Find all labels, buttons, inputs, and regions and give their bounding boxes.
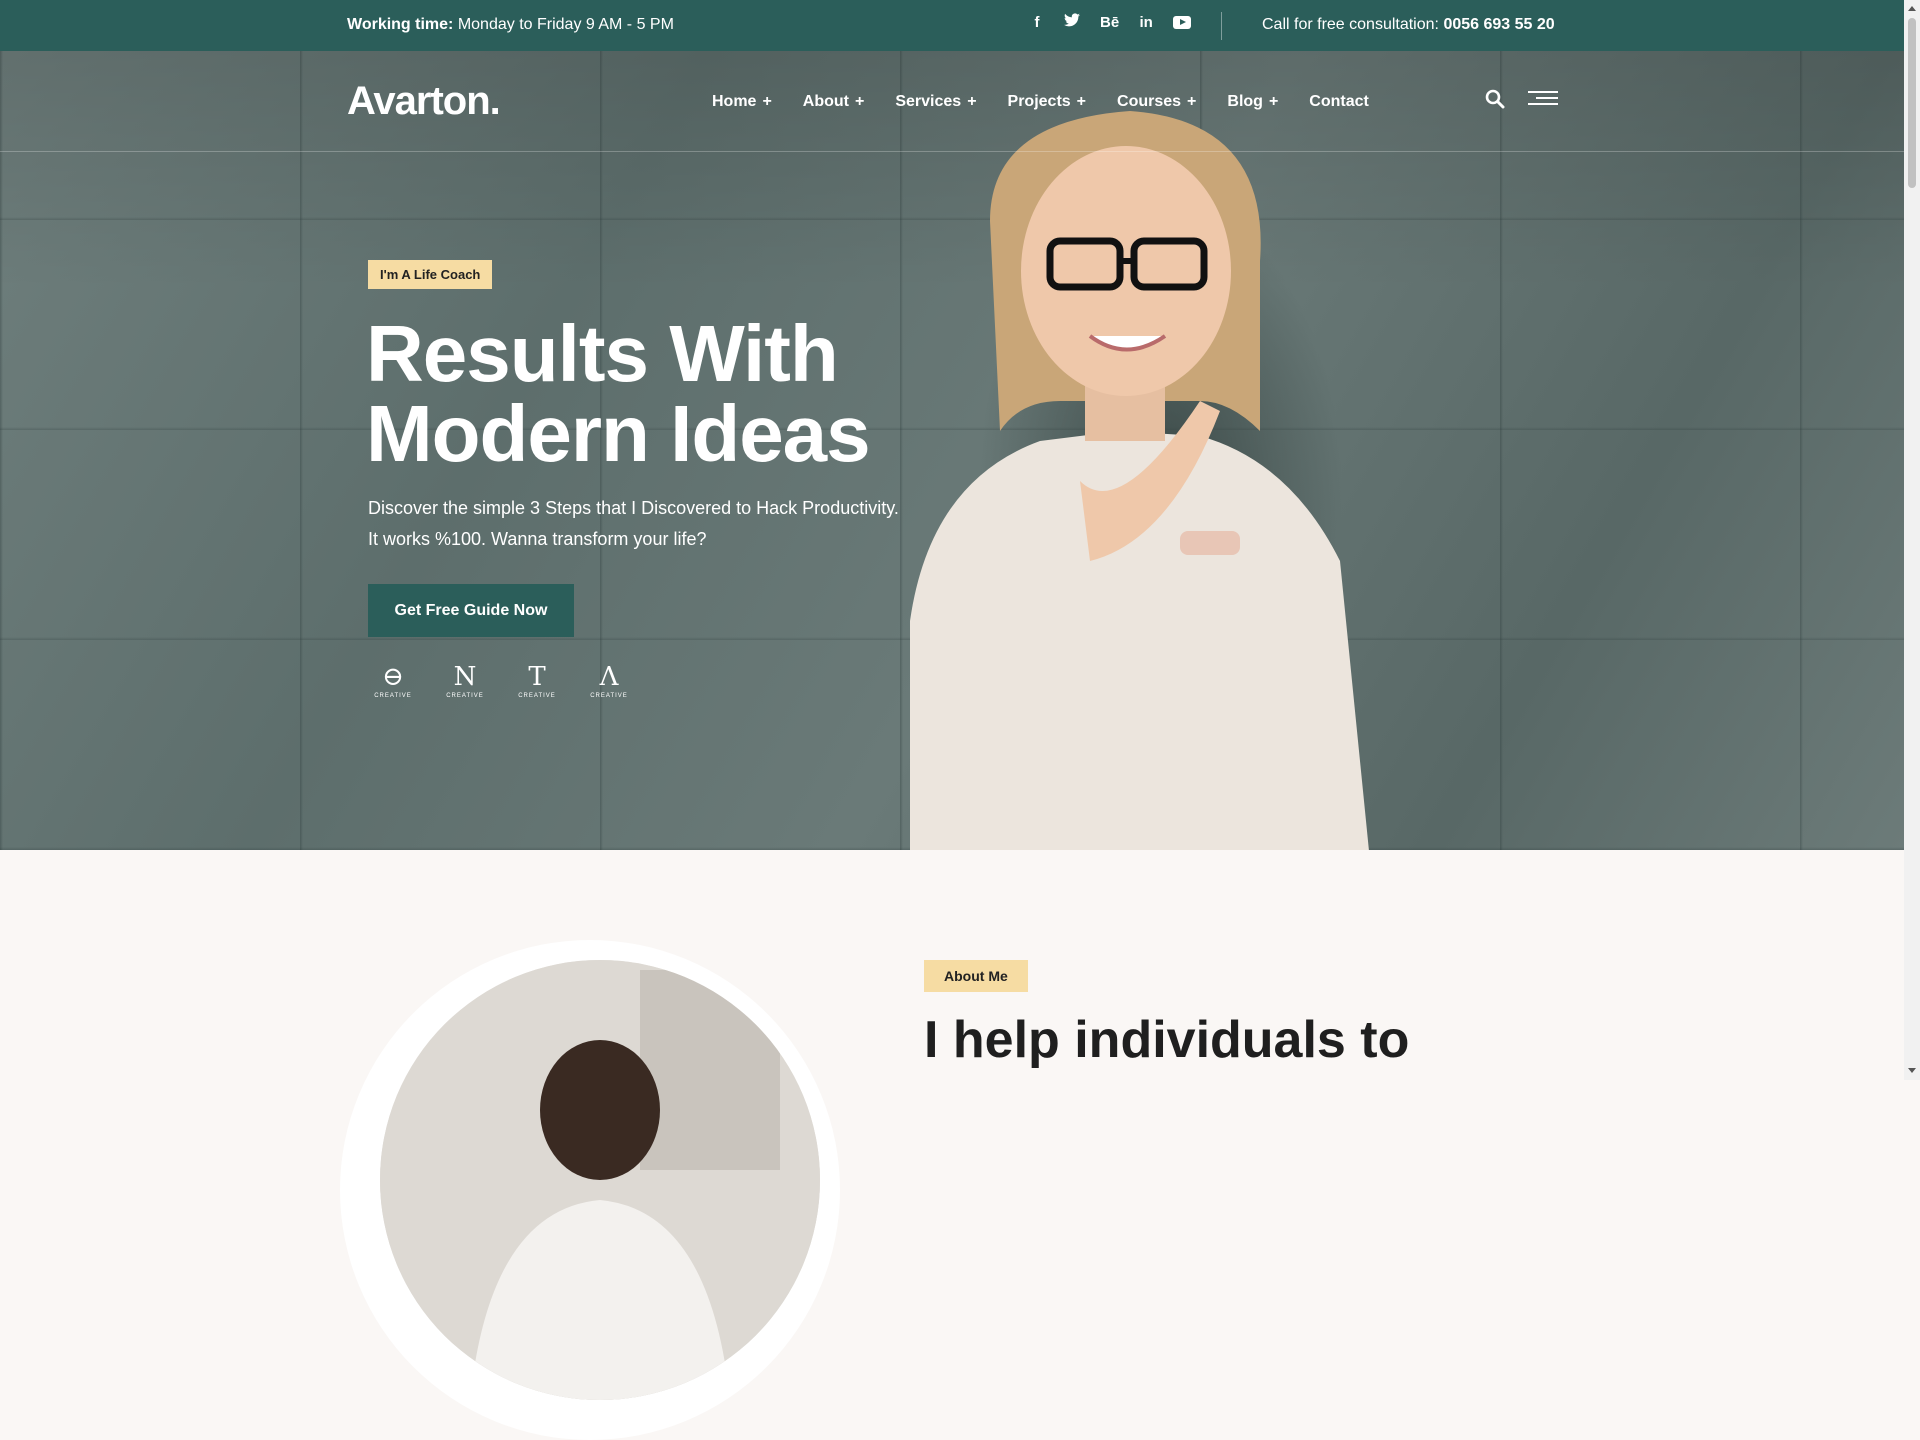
hero-section: Avarton. Home + About + Services + Projects… xyxy=(0,51,1904,850)
nav-item-projects[interactable]: Projects + xyxy=(1008,93,1086,111)
headline-line-1: Results With xyxy=(366,309,839,398)
hero-badge: I'm A Life Coach xyxy=(368,260,493,289)
hero-headline: Results With Modern Ideas xyxy=(366,309,871,478)
get-free-guide-button[interactable]: Get Free Guide Now xyxy=(368,584,574,637)
nav-label: Services xyxy=(895,93,962,110)
brand-glyph: ⊖ xyxy=(382,662,404,692)
search-icon[interactable] xyxy=(1485,89,1505,109)
nav-item-home[interactable]: Home + xyxy=(712,93,772,111)
scrollbar[interactable] xyxy=(1904,0,1920,1080)
scroll-down-arrow-icon[interactable] xyxy=(1908,1068,1916,1073)
working-time-label: Working time: xyxy=(347,16,454,33)
top-bar: Working time: Monday to Friday 9 AM - 5 … xyxy=(0,0,1904,51)
brand-text: CREATIVE xyxy=(374,693,412,699)
brand-logo: N CREATIVE xyxy=(444,663,486,699)
social-links: f Bē in xyxy=(1030,13,1192,31)
plus-icon: + xyxy=(1268,93,1279,110)
scroll-up-arrow-icon[interactable] xyxy=(1908,6,1916,11)
about-title: I help individuals to xyxy=(924,1011,1410,1069)
plus-icon: + xyxy=(855,93,865,110)
hero-description: Discover the simple 3 Steps that I Disco… xyxy=(368,493,928,555)
nav-divider xyxy=(0,151,1904,152)
about-image xyxy=(380,960,820,1400)
consultation-call: Call for free consultation: 0056 693 55 … xyxy=(1262,16,1555,34)
brand-logo: Λ CREATIVE xyxy=(588,663,630,699)
brand-glyph: Λ xyxy=(599,662,619,692)
plus-icon: + xyxy=(762,93,772,110)
headline-line-2: Modern Ideas xyxy=(366,389,871,478)
scrollbar-thumb[interactable] xyxy=(1908,18,1916,188)
plus-icon: + xyxy=(1076,93,1087,110)
nav-label: Contact xyxy=(1309,93,1369,110)
brand-text: CREATIVE xyxy=(446,693,484,699)
plus-icon: + xyxy=(1187,93,1197,110)
working-time: Working time: Monday to Friday 9 AM - 5 … xyxy=(347,16,674,34)
description-line-1: Discover the simple 3 Steps that I Disco… xyxy=(368,498,899,518)
facebook-icon[interactable]: f xyxy=(1030,14,1044,31)
nav-label: Projects xyxy=(1007,93,1071,110)
nav-item-courses[interactable]: Courses + xyxy=(1117,93,1196,111)
brand-text: CREATIVE xyxy=(590,693,628,699)
nav-label: Blog xyxy=(1227,93,1263,110)
brand-logo: ⊖ CREATIVE xyxy=(372,663,414,699)
description-line-2: It works %100. Wanna transform your life… xyxy=(368,529,707,549)
nav-item-about[interactable]: About + xyxy=(803,93,865,111)
hero-person-image xyxy=(910,111,1369,850)
twitter-icon[interactable] xyxy=(1064,13,1080,31)
brand-logo: T CREATIVE xyxy=(516,663,558,699)
call-label: Call for free consultation: xyxy=(1262,16,1439,33)
behance-icon[interactable]: Bē xyxy=(1100,14,1119,31)
site-logo[interactable]: Avarton. xyxy=(347,79,501,124)
brand-glyph: N xyxy=(453,662,477,692)
working-time-value: Monday to Friday 9 AM - 5 PM xyxy=(457,16,674,33)
top-divider xyxy=(1221,12,1222,40)
nav-item-services[interactable]: Services + xyxy=(895,93,976,111)
youtube-icon[interactable] xyxy=(1173,15,1192,29)
about-badge: About Me xyxy=(924,960,1028,992)
phone-number[interactable]: 0056 693 55 20 xyxy=(1443,16,1554,33)
nav-item-contact[interactable]: Contact xyxy=(1309,93,1369,111)
main-nav: Home + About + Services + Projects + Courses… xyxy=(712,93,1400,111)
linkedin-icon[interactable]: in xyxy=(1139,14,1153,31)
nav-item-blog[interactable]: Blog + xyxy=(1227,93,1278,111)
brand-text: CREATIVE xyxy=(518,693,556,699)
nav-label: About xyxy=(802,93,849,110)
nav-label: Courses xyxy=(1117,93,1182,110)
brand-glyph: T xyxy=(528,662,546,692)
brand-logos: ⊖ CREATIVE N CREATIVE T CREATIVE Λ CREATIVE xyxy=(372,663,630,699)
plus-icon: + xyxy=(967,93,977,110)
nav-label: Home xyxy=(712,93,757,110)
hamburger-menu-icon[interactable] xyxy=(1528,91,1558,107)
